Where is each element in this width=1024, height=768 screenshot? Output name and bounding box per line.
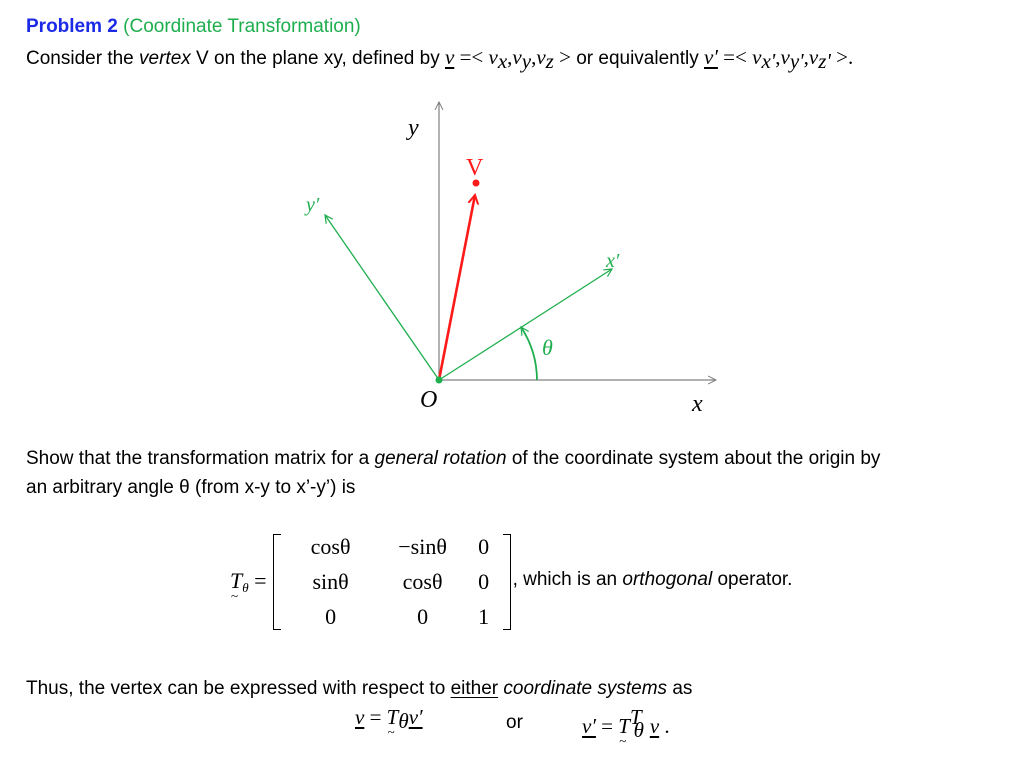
eq2-open: =<: [717, 45, 753, 69]
equation-v-prime-from-v: v′ = T ~ Tθ v .: [582, 705, 670, 748]
component-vx: v: [488, 45, 498, 69]
eq-close: >: [553, 45, 571, 69]
intro-sentence: Consider the vertex V on the plane xy, d…: [26, 45, 854, 73]
vertex-word: vertex: [139, 48, 191, 69]
sub-z-prime: z': [818, 49, 831, 73]
matrix-cell: 0: [325, 604, 337, 629]
question-line-1: Show that the transformation matrix for …: [26, 448, 881, 469]
problem-subtitle: (Coordinate Transformation): [123, 16, 361, 37]
theta-label: θ: [542, 335, 553, 360]
y-axis-label: y: [406, 115, 419, 141]
component-vz: v: [536, 45, 546, 69]
angle-arc: [520, 327, 538, 381]
matrix-cell: cosθ: [402, 569, 443, 594]
matrix-description: , which is an orthogonal operator.: [512, 569, 793, 590]
general-rotation-emphasis: general rotation: [374, 448, 507, 469]
sub-y-prime: y': [789, 49, 804, 73]
problem-heading: Problem 2 (Coordinate Transformation): [26, 16, 361, 38]
y-prime-label: y′: [304, 194, 320, 216]
matrix-cell: cosθ: [310, 534, 351, 559]
x-axis-label: x: [691, 391, 703, 417]
problem-label: Problem 2: [26, 16, 118, 37]
matrix-lhs: T ~ θ =: [230, 568, 267, 603]
x-prime-label: x′: [605, 250, 620, 272]
or-word: or: [506, 712, 523, 733]
equation-v-from-v-prime: v = T ~ θv′: [355, 705, 423, 739]
vertex-label: V: [466, 155, 484, 181]
vector-v-prime: v′: [704, 45, 718, 69]
conclusion-sentence: Thus, the vertex can be expressed with r…: [26, 678, 693, 699]
matrix-cell: 0: [417, 604, 429, 629]
question-line-2: an arbitrary angle θ (from x-y to x’-y’)…: [26, 477, 356, 498]
origin-point: [435, 376, 443, 384]
intro-text-mid: V on the plane xy, defined by: [190, 48, 445, 69]
coordinate-systems-emphasis: coordinate systems: [503, 678, 668, 699]
matrix-cell: 0: [478, 534, 490, 559]
sub-x-prime: x': [761, 49, 776, 73]
rotation-diagram: y x O V x′ y′ θ: [304, 95, 740, 417]
either-underlined: either: [450, 678, 499, 699]
or-equivalently: or equivalently: [570, 48, 704, 69]
origin-label: O: [420, 387, 437, 413]
matrix-subscript-theta: θ: [242, 580, 249, 595]
matrix-cell: 1: [478, 604, 490, 629]
matrix-grid: cosθ −sinθ 0 sinθ cosθ 0 0 0 1: [283, 530, 501, 634]
sub-z: z: [545, 49, 554, 73]
sub-y: y: [521, 49, 532, 73]
orthogonal-emphasis: orthogonal: [622, 569, 713, 590]
rotation-matrix-equation: T ~ θ = cosθ −sinθ 0 sinθ cosθ 0 0 0 1 , w…: [230, 530, 792, 634]
intro-text: Consider the: [26, 48, 140, 69]
sub-x: x: [497, 49, 508, 73]
component-vy: v: [512, 45, 522, 69]
vertex-vector: [437, 195, 475, 381]
matrix-brackets: cosθ −sinθ 0 sinθ cosθ 0 0 0 1: [272, 530, 511, 634]
matrix-cell: −sinθ: [398, 534, 447, 559]
vector-v: v: [444, 45, 455, 69]
y-prime-axis: [325, 215, 440, 381]
matrix-cell: 0: [478, 569, 490, 594]
x-prime-axis: [438, 269, 612, 381]
matrix-cell: sinθ: [312, 569, 349, 594]
eq-open: =<: [454, 45, 489, 69]
eq2-close: >.: [830, 45, 854, 69]
